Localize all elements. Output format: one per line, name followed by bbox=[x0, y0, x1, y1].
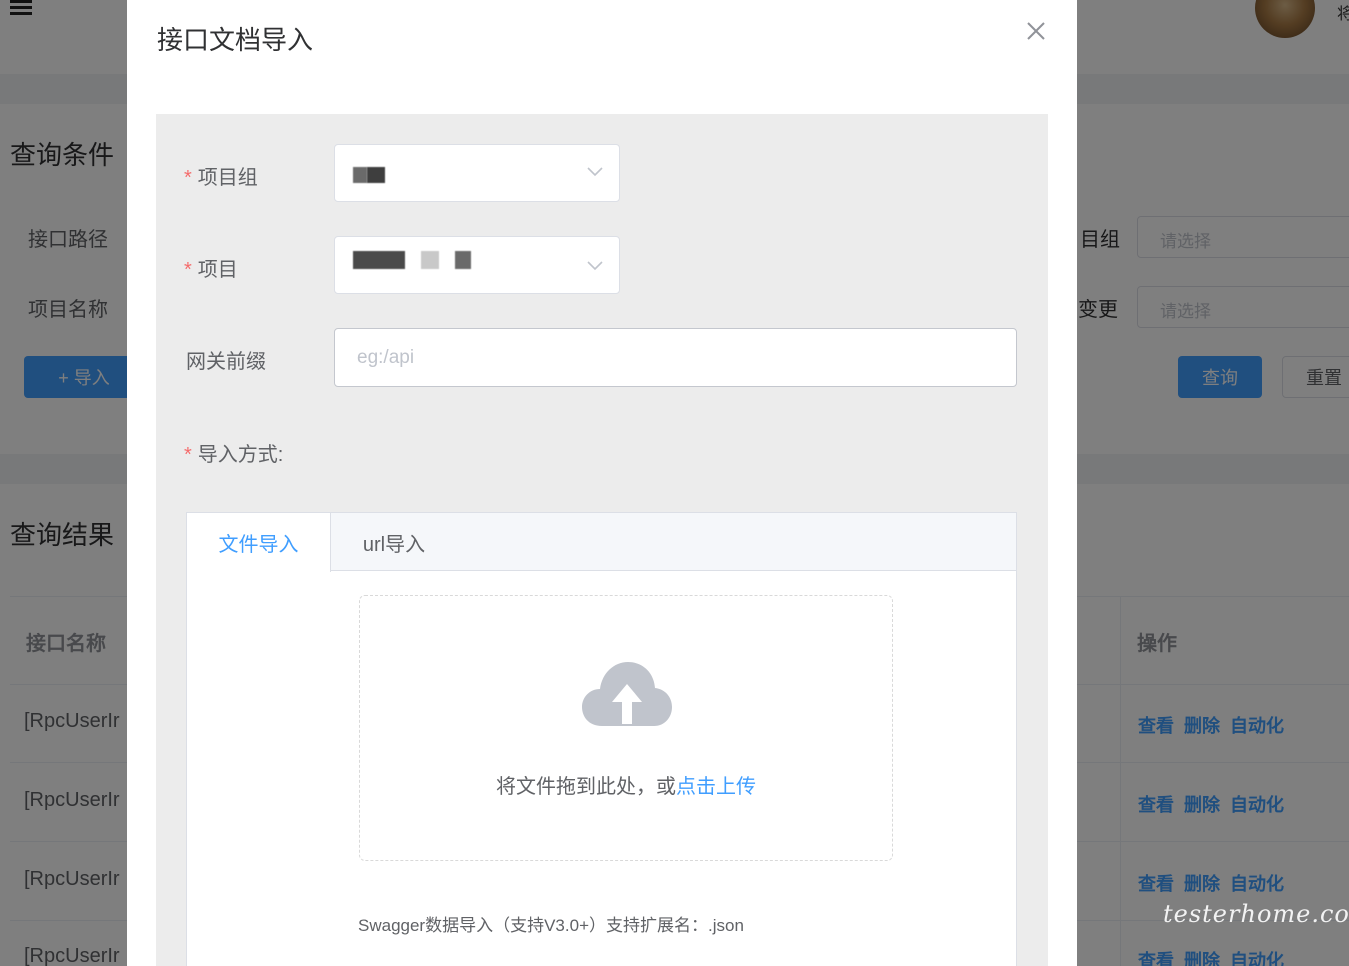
upload-dropzone[interactable]: 将文件拖到此处，或点击上传 bbox=[359, 595, 893, 861]
tab-url-import[interactable]: url导入 bbox=[331, 513, 457, 571]
chevron-down-icon bbox=[587, 167, 603, 177]
required-mark: * bbox=[184, 167, 192, 189]
close-icon[interactable] bbox=[1025, 20, 1047, 42]
project-group-label-text: 项目组 bbox=[197, 167, 258, 189]
import-mode-label: * 导入方式: bbox=[184, 438, 283, 467]
tab-file-import[interactable]: 文件导入 bbox=[187, 513, 331, 572]
project-select[interactable] bbox=[334, 236, 620, 294]
gateway-prefix-input[interactable] bbox=[334, 328, 1017, 387]
dialog-title: 接口文档导入 bbox=[157, 25, 314, 55]
tab-header: 文件导入 url导入 bbox=[187, 513, 1016, 572]
required-mark: * bbox=[184, 259, 192, 281]
cloud-upload-icon bbox=[582, 662, 672, 726]
project-label-text: 项目 bbox=[197, 259, 238, 281]
watermark: testerhome.com bbox=[1163, 900, 1349, 928]
project-group-field-label: * 项目组 bbox=[184, 161, 258, 190]
project-group-select[interactable] bbox=[334, 144, 620, 202]
project-field-label: * 项目 bbox=[184, 253, 238, 282]
redacted-value bbox=[353, 251, 405, 269]
import-form: *项目组 *项目 网关前缀 *导入方式: 文件导入 url导入 bbox=[156, 114, 1048, 966]
redacted-value bbox=[353, 167, 367, 183]
gateway-prefix-label: 网关前缀 bbox=[186, 351, 266, 373]
dropzone-text: 将文件拖到此处，或点击上传 bbox=[360, 770, 892, 799]
required-mark: * bbox=[184, 444, 192, 466]
upload-tip: Swagger数据导入（支持V3.0+）支持扩展名：.json bbox=[358, 916, 744, 935]
click-upload-link[interactable]: 点击上传 bbox=[676, 776, 756, 798]
redacted-value bbox=[421, 251, 439, 269]
chevron-down-icon bbox=[587, 261, 603, 271]
import-dialog: 接口文档导入 *项目组 *项目 网关前缀 *导入方式: 文件导入 url导入 bbox=[127, 0, 1077, 966]
redacted-value bbox=[455, 251, 471, 269]
redacted-value bbox=[367, 167, 385, 183]
drop-instruction: 将文件拖到此处，或 bbox=[496, 776, 676, 798]
import-mode-label-text: 导入方式: bbox=[197, 444, 284, 466]
import-tabs: 文件导入 url导入 将文件拖到此处，或点击上传 Swagger数据导入（支持V… bbox=[186, 512, 1017, 966]
